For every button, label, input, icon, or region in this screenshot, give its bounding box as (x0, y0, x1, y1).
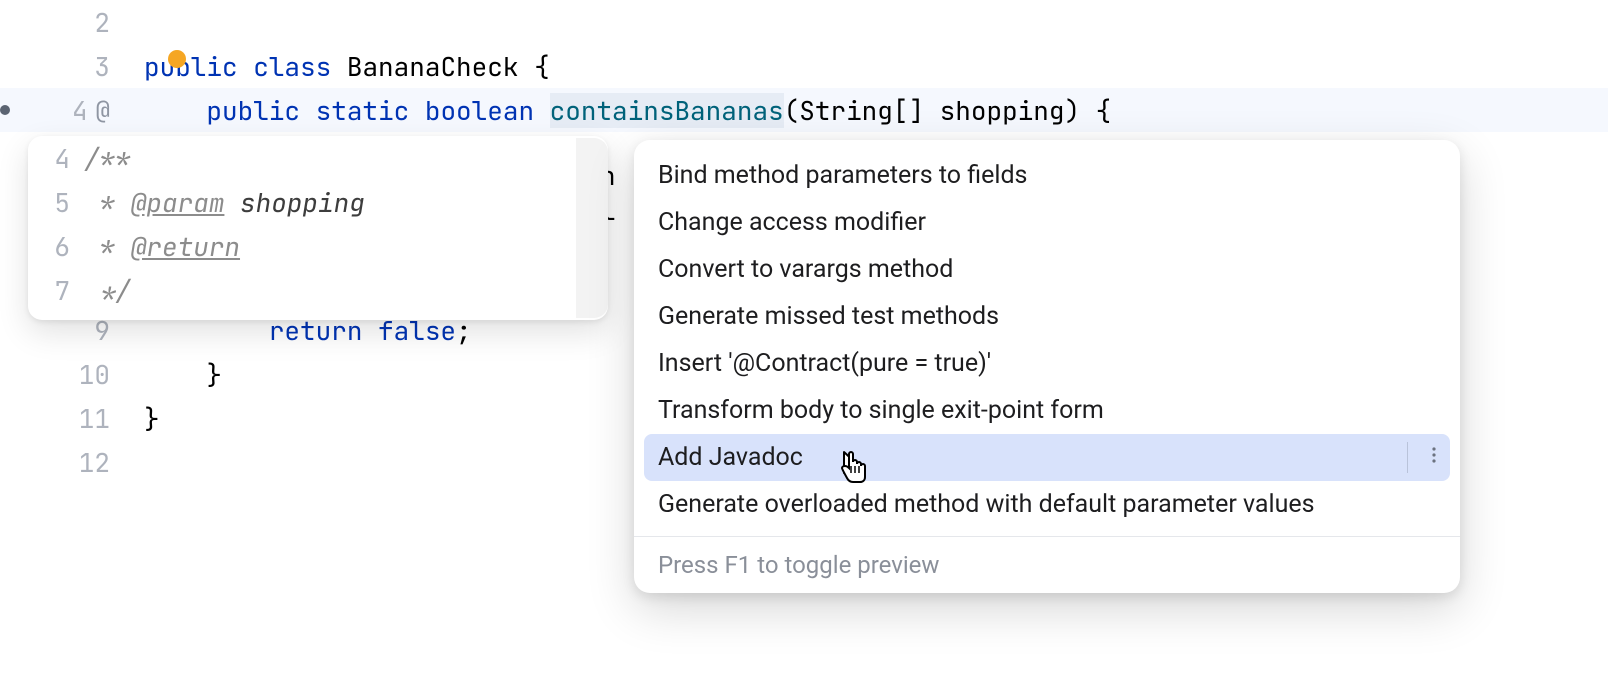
code-editor[interactable]: 2 3 public class BananaCheck { 4 @ publi… (0, 0, 1608, 682)
menu-footer-hint: Press F1 to toggle preview (634, 536, 1460, 593)
doc-star: * (84, 229, 131, 264)
javadoc-line: 4 /** (28, 136, 608, 180)
javadoc-line: 6 * @return (28, 224, 608, 268)
menu-item-label: Add Javadoc (658, 443, 803, 472)
breakpoint-dot-icon[interactable] (0, 105, 10, 115)
gutter: 3 (0, 49, 130, 84)
menu-item-add-javadoc[interactable]: Add Javadoc (644, 434, 1450, 481)
doc-tag: @return (131, 229, 240, 264)
menu-item-label: Generate overloaded method with default … (658, 490, 1315, 519)
gutter: 12 (0, 445, 130, 480)
menu-item-label: Bind method parameters to fields (658, 161, 1027, 190)
code-line-active[interactable]: 4 @ public static boolean containsBanana… (0, 88, 1608, 132)
menu-item-label: Transform body to single exit-point form (658, 396, 1104, 425)
menu-item-generate-overloaded[interactable]: Generate overloaded method with default … (634, 481, 1460, 528)
code-line[interactable]: 2 (0, 0, 1608, 44)
code-content[interactable]: public class BananaCheck { (130, 49, 1608, 84)
javadoc-line: 7 */ (28, 268, 608, 312)
scrollbar-rail[interactable] (576, 138, 608, 318)
line-number: 12 (76, 445, 110, 480)
code-line[interactable]: 3 public class BananaCheck { (0, 44, 1608, 88)
gutter: 11 (0, 401, 130, 436)
menu-item-convert-varargs[interactable]: Convert to varargs method (634, 246, 1460, 293)
line-number: 2 (76, 5, 110, 40)
menu-item-generate-tests[interactable]: Generate missed test methods (634, 293, 1460, 340)
line-number: 7 (28, 273, 84, 308)
menu-item-label: Change access modifier (658, 208, 926, 237)
keyword: boolean (425, 93, 534, 128)
gutter: 2 (0, 5, 130, 40)
javadoc-preview-popup: 4 /** 5 * @param shopping 6 * @return 7 … (28, 136, 608, 320)
line-number: 3 (76, 49, 110, 84)
keyword: class (253, 49, 331, 84)
gutter: 4 @ (0, 93, 130, 128)
line-number: 11 (76, 401, 110, 436)
menu-item-change-access[interactable]: Change access modifier (634, 199, 1460, 246)
doc-close: */ (84, 273, 131, 308)
params: (String[] shopping) { (784, 93, 1112, 128)
code-content[interactable]: public static boolean containsBananas(St… (130, 93, 1608, 128)
brace: } (206, 357, 222, 392)
keyword: static (316, 93, 410, 128)
line-number: 4 (54, 93, 88, 128)
brace: { (534, 49, 550, 84)
line-number: 4 (28, 141, 84, 176)
menu-item-insert-contract[interactable]: Insert '@Contract(pure = true)' (634, 340, 1460, 387)
doc-open: /** (84, 141, 131, 176)
line-number: 6 (28, 229, 84, 264)
javadoc-line: 5 * @param shopping (28, 180, 608, 224)
menu-item-transform-body[interactable]: Transform body to single exit-point form (634, 387, 1460, 434)
method-name: containsBananas (550, 93, 784, 128)
more-options-icon[interactable] (1424, 443, 1444, 472)
override-icon[interactable]: @ (96, 95, 110, 126)
menu-item-label: Insert '@Contract(pure = true)' (658, 349, 991, 378)
intention-actions-menu[interactable]: Bind method parameters to fields Change … (634, 140, 1460, 593)
line-number: 5 (28, 185, 84, 220)
separator (1407, 442, 1408, 473)
doc-star: * (84, 185, 131, 220)
menu-item-label: Convert to varargs method (658, 255, 953, 284)
class-name: BananaCheck (347, 49, 519, 84)
doc-tag: @param (131, 185, 225, 220)
menu-item-label: Generate missed test methods (658, 302, 999, 331)
doc-param: shopping (224, 185, 364, 220)
gutter: 10 (0, 357, 130, 392)
menu-item-bind-parameters[interactable]: Bind method parameters to fields (634, 152, 1460, 199)
brace: } (144, 401, 160, 436)
keyword: public (206, 93, 300, 128)
warning-dot-icon (168, 50, 186, 68)
line-number: 10 (76, 357, 110, 392)
keyword: public (144, 49, 238, 84)
